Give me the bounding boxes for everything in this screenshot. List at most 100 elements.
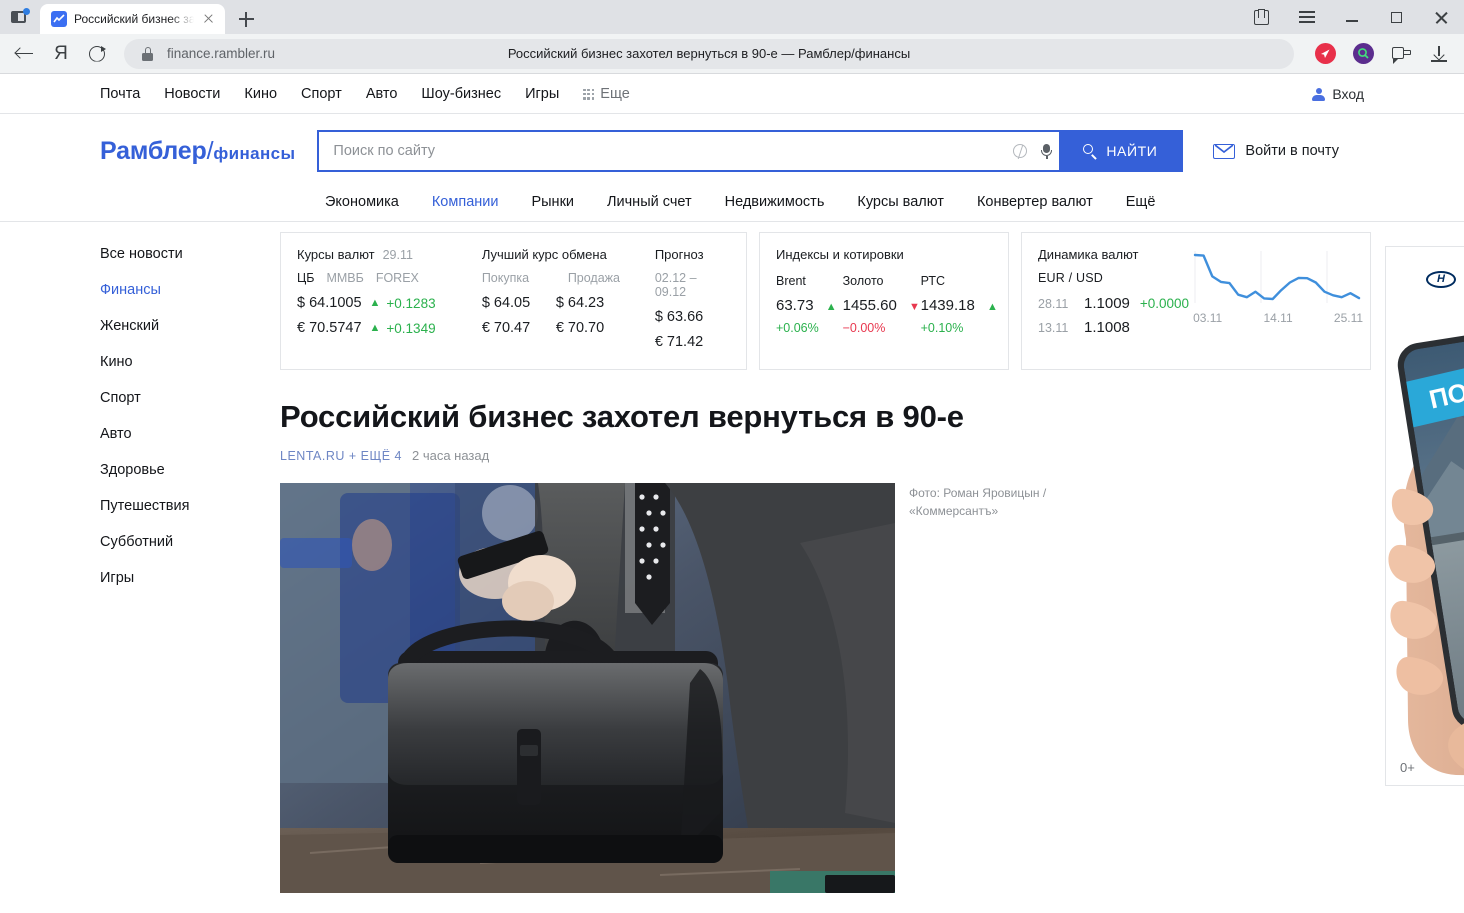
rates-tab-forex[interactable]: FOREX (376, 271, 419, 285)
indices-widget[interactable]: Индексы и котировки Brent 63.73 ▲ +0.06% (759, 232, 1009, 370)
article-source[interactable]: LENTA.RU + ЕЩЁ 4 (280, 449, 402, 463)
maximize-button[interactable] (1374, 0, 1419, 34)
dynamics-x-labels: 03.11 14.11 25.11 (1189, 309, 1367, 325)
dynamics-xtick-2: 14.11 (1263, 311, 1293, 325)
sidebar-item-avto[interactable]: Авто (100, 416, 280, 452)
topnav-login-button[interactable]: Вход (1312, 86, 1364, 102)
topnav-item-sport[interactable]: Спорт (301, 86, 342, 102)
arrow-down-icon: ▼ (909, 301, 920, 313)
collections-button[interactable] (1239, 0, 1284, 34)
rates-row-eur: € 70.5747 ▲ +0.1349 (297, 320, 482, 336)
dynamics-title: Динамика валют (1038, 247, 1139, 262)
sidebar-item-puteshestviya[interactable]: Путешествия (100, 488, 280, 524)
topnav-more-button[interactable]: Еще (583, 86, 630, 102)
article-source-name: LENTA.RU (280, 448, 345, 463)
topnav-item-igry[interactable]: Игры (525, 86, 559, 102)
sidebar-item-zhenskiy[interactable]: Женский (100, 308, 280, 344)
index-rts-name: РТС (920, 274, 946, 288)
back-button[interactable] (8, 37, 42, 71)
sidebar-item-subbotniy[interactable]: Субботний (100, 524, 280, 560)
topnav-item-novosti[interactable]: Новости (164, 86, 220, 102)
forecast-column: Прогноз 02.12 – 09.12 $ 63.66 € 71.42 (655, 247, 730, 359)
sidebar-item-sport[interactable]: Спорт (100, 380, 280, 416)
sidebar-item-finansy[interactable]: Финансы (100, 272, 280, 308)
exchange-col-buy: Покупка (481, 271, 530, 285)
subnav-item-ekonomika[interactable]: Экономика (325, 194, 399, 210)
site-header: Рамблер/финансы Поиск по сайту НАЙТИ Вой… (0, 120, 1464, 182)
search-translate-button[interactable] (1007, 144, 1033, 158)
forecast-eur: € 71.42 (654, 334, 704, 350)
ad-illustration: ПОДПИСКА ANTA FE за 45 900 (1386, 309, 1464, 779)
subnav-item-lichny-schet[interactable]: Личный счет (607, 194, 692, 210)
index-brent-number: 63.73 (776, 297, 814, 314)
mail-login-button[interactable]: Войти в почту (1213, 143, 1339, 159)
exchange-columns: Покупка Продажа (482, 271, 655, 285)
sidebar-item-zdorovie[interactable]: Здоровье (100, 452, 280, 488)
bookmark-icon[interactable] (1272, 46, 1284, 61)
subnav-item-kompanii[interactable]: Компании (432, 194, 499, 210)
browser-toolbar: Я finance.rambler.ru Российский бизнес з… (0, 34, 1464, 74)
page-title-text: Российский бизнес захотел вернуться в 90… (507, 46, 911, 61)
exchange-usd-buy: $ 64.05 (481, 295, 531, 311)
currency-rates-widget[interactable]: Курсы валют 29.11 ЦБ ММВБ FOREX $ 64.1005… (280, 232, 747, 370)
new-tab-button[interactable] (225, 4, 267, 34)
dynamics-pair: EUR / USD (1038, 271, 1104, 285)
browser-tab[interactable]: Российский бизнес захо (40, 4, 225, 34)
index-brent-pct: +0.06% (776, 321, 819, 335)
rambler-top-navigation: Почта Новости Кино Спорт Авто Шоу-бизнес… (0, 75, 1464, 114)
subnav-item-rynki[interactable]: Рынки (531, 194, 574, 210)
subnav-item-eshe[interactable]: Ещё (1126, 194, 1156, 210)
rates-tab-mmvb[interactable]: ММВБ (326, 271, 363, 285)
photo-illustration (280, 483, 895, 894)
topnav-item-pochta[interactable]: Почта (100, 86, 140, 102)
address-bar[interactable]: finance.rambler.ru Российский бизнес зах… (124, 38, 1294, 69)
reload-button[interactable] (80, 37, 114, 71)
subnav-item-konverter-valyut[interactable]: Конвертер валют (977, 194, 1093, 210)
right-column: H HYUNDAI MOBILITY* (1385, 222, 1464, 913)
subnav-item-nedvizhimost[interactable]: Недвижимость (725, 194, 825, 210)
advertisement-banner[interactable]: H HYUNDAI MOBILITY* (1385, 246, 1464, 786)
voice-search-button[interactable] (1033, 143, 1059, 159)
dynamics-row-1: 28.11 1.1009 +0.0000 (1038, 295, 1189, 312)
sidebar-toggle-button[interactable] (0, 0, 40, 34)
extension-search-button[interactable] (1346, 37, 1380, 71)
minimize-button[interactable] (1329, 0, 1374, 34)
topnav-item-shoubiznes[interactable]: Шоу-бизнес (421, 86, 501, 102)
search-input[interactable]: Поиск по сайту (319, 142, 1007, 160)
rates-tab-cb[interactable]: ЦБ (297, 271, 314, 285)
finance-widgets-row: Курсы валют 29.11 ЦБ ММВБ FOREX $ 64.1005… (280, 232, 1371, 370)
rates-usd-delta: +0.1283 (386, 295, 436, 311)
mail-login-label: Войти в почту (1245, 143, 1339, 159)
sidebar-item-kino[interactable]: Кино (100, 344, 280, 380)
topnav-item-kino[interactable]: Кино (244, 86, 277, 102)
subnav-item-kursy-valyut[interactable]: Курсы валют (857, 194, 944, 210)
page-viewport: Почта Новости Кино Спорт Авто Шоу-бизнес… (0, 75, 1464, 913)
rambler-logo[interactable]: Рамблер/финансы (100, 137, 295, 166)
close-tab-icon[interactable] (201, 11, 217, 27)
search-submit-button[interactable]: НАЙТИ (1059, 130, 1182, 172)
yandex-home-button[interactable]: Я (44, 37, 78, 71)
extension-pocket-button[interactable] (1308, 37, 1342, 71)
topnav-item-avto[interactable]: Авто (366, 86, 398, 102)
site-search[interactable]: Поиск по сайту НАЙТИ (317, 130, 1184, 172)
article-photo (280, 483, 895, 894)
section-navigation: Экономика Компании Рынки Личный счет Нед… (0, 182, 1464, 222)
index-gold-value: 1455.60 ▼ (843, 297, 921, 314)
envelope-icon (1213, 143, 1236, 159)
index-gold: Золото 1455.60 ▼ −0.00% (843, 274, 921, 335)
devtools-button[interactable] (1384, 37, 1418, 71)
currency-dynamics-widget[interactable]: Динамика валют EUR / USD 28.11 1.1009 +0… (1021, 232, 1371, 370)
main-column: Курсы валют 29.11 ЦБ ММВБ FOREX $ 64.1005… (280, 222, 1371, 913)
exchange-row-usd: $ 64.05 $ 64.23 (482, 295, 655, 311)
exchange-usd-sell: $ 64.23 (555, 295, 605, 311)
browser-menu-button[interactable] (1284, 0, 1329, 34)
downloads-button[interactable] (1422, 37, 1456, 71)
close-window-button[interactable] (1419, 0, 1464, 34)
sidebar-item-vse-novosti[interactable]: Все новости (100, 236, 280, 272)
globe-icon (1013, 144, 1028, 158)
download-icon (1431, 45, 1447, 62)
back-arrow-icon (14, 46, 34, 61)
rates-tabs: ЦБ ММВБ FOREX (297, 271, 482, 285)
sidebar-item-igry[interactable]: Игры (100, 560, 280, 596)
photo-caption: Фото: Роман Яровицын / «Коммерсантъ» (909, 486, 1047, 518)
